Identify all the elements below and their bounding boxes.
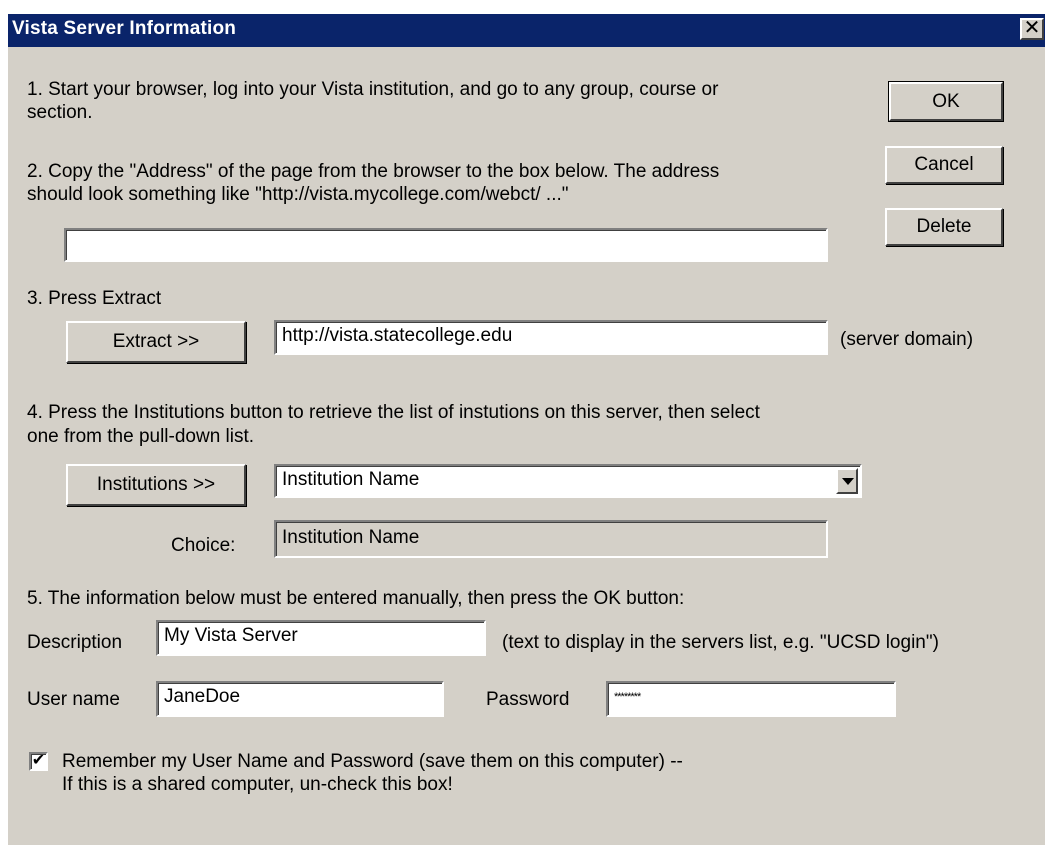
- step1-text-line1: 1. Start your browser, log into your Vis…: [27, 79, 719, 100]
- description-label: Description: [27, 632, 123, 653]
- username-label: User name: [27, 689, 120, 710]
- remember-checkbox[interactable]: ✔: [29, 752, 48, 771]
- chevron-down-icon[interactable]: [836, 468, 858, 494]
- window-title: Vista Server Information: [12, 18, 237, 39]
- title-bar: Vista Server Information ✕: [8, 14, 1045, 47]
- server-domain-input[interactable]: http://vista.statecollege.edu: [274, 320, 828, 355]
- address-input[interactable]: [64, 228, 828, 262]
- remember-label-line1[interactable]: Remember my User Name and Password (save…: [62, 751, 683, 772]
- delete-button[interactable]: Delete: [885, 208, 1003, 246]
- institution-selected-value: Institution Name: [282, 469, 420, 490]
- password-label: Password: [486, 689, 570, 710]
- institutions-button[interactable]: Institutions >>: [66, 464, 246, 506]
- step5-text: 5. The information below must be entered…: [27, 588, 685, 609]
- extract-button[interactable]: Extract >>: [66, 321, 246, 363]
- choice-field: Institution Name: [274, 520, 828, 558]
- step2-text-line2: should look something like "http://vista…: [27, 184, 569, 205]
- remember-label-line2: If this is a shared computer, un-check t…: [62, 774, 453, 795]
- password-input[interactable]: ********: [606, 681, 896, 717]
- close-icon[interactable]: ✕: [1020, 18, 1044, 40]
- step2-text-line1: 2. Copy the "Address" of the page from t…: [27, 161, 720, 182]
- institution-dropdown[interactable]: Institution Name: [274, 464, 862, 498]
- description-hint: (text to display in the servers list, e.…: [502, 632, 939, 653]
- cancel-button[interactable]: Cancel: [885, 146, 1003, 184]
- password-mask: ********: [614, 691, 641, 703]
- step3-text: 3. Press Extract: [27, 288, 162, 309]
- step4-text-line2: one from the pull-down list.: [27, 426, 255, 447]
- username-input[interactable]: JaneDoe: [156, 681, 444, 717]
- server-domain-hint: (server domain): [840, 329, 974, 350]
- step1-text-line2: section.: [27, 102, 93, 123]
- description-input[interactable]: My Vista Server: [156, 620, 486, 656]
- ok-button[interactable]: OK: [888, 81, 1004, 122]
- step4-text-line1: 4. Press the Institutions button to retr…: [27, 402, 760, 423]
- choice-label: Choice:: [171, 535, 236, 556]
- vista-server-dialog: Vista Server Information ✕ 1. Start your…: [8, 14, 1045, 845]
